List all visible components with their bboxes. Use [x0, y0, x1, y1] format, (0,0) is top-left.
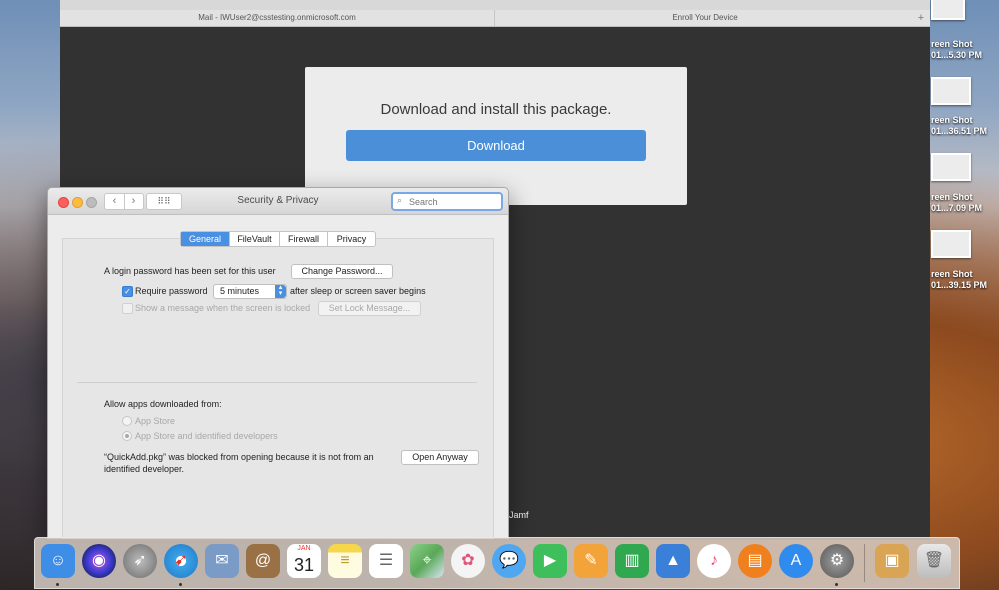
- finder-icon[interactable]: ☺: [41, 544, 75, 578]
- package-icon[interactable]: ▣: [875, 544, 909, 578]
- contacts-icon[interactable]: @: [246, 544, 280, 578]
- blocked-message-line2: identified developer.: [104, 464, 185, 474]
- search-input[interactable]: [409, 195, 497, 208]
- desktop-file-4[interactable]: reen Shot 01...39.15 PM: [931, 230, 999, 290]
- file-name-line2: 01...36.51 PM: [931, 126, 988, 136]
- pages-icon[interactable]: ✎: [574, 544, 608, 578]
- calendar-day: 31: [293, 555, 315, 575]
- security-privacy-window: ‹ › ⠿⠿ Security & Privacy ⌕ General File…: [47, 187, 509, 539]
- desktop-file-1[interactable]: reen Shot 01...5.30 PM: [931, 0, 999, 60]
- ibooks-icon[interactable]: ▤: [738, 544, 772, 578]
- show-message-label: Show a message when the screen is locked: [135, 303, 311, 313]
- require-password-delay-select[interactable]: 5 minutes ▴ ▾: [213, 284, 287, 299]
- search-icon: ⌕: [397, 195, 403, 205]
- safari-icon[interactable]: ➹: [164, 544, 198, 578]
- file-name-line2: 01...5.30 PM: [931, 50, 983, 60]
- app-store-icon[interactable]: A: [779, 544, 813, 578]
- tab-enroll-device[interactable]: Enroll Your Device: [495, 10, 915, 26]
- desktop-file-2[interactable]: reen Shot 01...36.51 PM: [931, 77, 999, 137]
- system-preferences-icon[interactable]: ⚙: [820, 544, 854, 578]
- search-field[interactable]: ⌕: [391, 192, 503, 211]
- download-card: Download and install this package. Downl…: [305, 67, 687, 205]
- require-password-label: Require password: [135, 286, 208, 296]
- radio-app-store-identified[interactable]: [122, 431, 132, 441]
- radio-app-store-identified-label: App Store and identified developers: [135, 431, 278, 441]
- notes-icon[interactable]: ≡: [328, 544, 362, 578]
- file-name-line1: reen Shot: [931, 115, 973, 125]
- calendar-month: JAN: [297, 545, 311, 552]
- messages-icon[interactable]: 💬: [492, 544, 526, 578]
- tab-privacy[interactable]: Privacy: [328, 232, 375, 246]
- screenshot-thumbnail-icon: [931, 0, 965, 20]
- change-password-button[interactable]: Change Password...: [291, 264, 393, 279]
- radio-app-store-label: App Store: [135, 416, 176, 426]
- footer-jamf-text: Jamf: [509, 510, 529, 520]
- tab-general[interactable]: General: [181, 232, 230, 246]
- select-value: 5 minutes: [220, 286, 260, 296]
- blocked-message-line1: “QuickAdd.pkg” was blocked from opening …: [104, 452, 374, 462]
- tab-firewall[interactable]: Firewall: [280, 232, 328, 246]
- download-message: Download and install this package.: [380, 101, 612, 118]
- allow-apps-label: Allow apps downloaded from:: [104, 399, 222, 409]
- screenshot-thumbnail-icon: [931, 77, 971, 105]
- tab-mail[interactable]: Mail - IWUser2@csstesting.onmicrosoft.co…: [60, 10, 495, 26]
- pane-tabs: General FileVault Firewall Privacy: [180, 231, 376, 247]
- dock-separator: [864, 544, 865, 582]
- section-divider: [77, 382, 477, 383]
- launchpad-icon[interactable]: ➶: [123, 544, 157, 578]
- browser-tab-bar: Mail - IWUser2@csstesting.onmicrosoft.co…: [60, 10, 930, 27]
- radio-app-store[interactable]: [122, 416, 132, 426]
- new-tab-button[interactable]: +: [914, 10, 928, 26]
- file-name-line1: reen Shot: [931, 192, 973, 202]
- require-password-checkbox[interactable]: ✓: [122, 286, 133, 297]
- photos-icon[interactable]: ✿: [451, 544, 485, 578]
- file-name-line1: reen Shot: [931, 269, 973, 279]
- running-indicator: [56, 583, 59, 586]
- facetime-icon[interactable]: ▶: [533, 544, 567, 578]
- numbers-icon[interactable]: ▥: [615, 544, 649, 578]
- file-name-line2: 01...39.15 PM: [931, 280, 988, 290]
- running-indicator: [179, 583, 182, 586]
- maps-icon[interactable]: ⌖: [410, 544, 444, 578]
- tab-filevault[interactable]: FileVault: [230, 232, 280, 246]
- login-password-text: A login password has been set for this u…: [104, 266, 276, 276]
- screenshot-thumbnail-icon: [931, 153, 971, 181]
- after-sleep-text: after sleep or screen saver begins: [290, 286, 426, 296]
- dock: ☺ ◉ ➶ ➹ ✉ @ JAN 31 ≡ ☰ ⌖ ✿ 💬 ▶ ✎ ▥ ▲ ♪ ▤…: [34, 537, 960, 589]
- file-name-line1: reen Shot: [931, 39, 973, 49]
- open-anyway-button[interactable]: Open Anyway: [401, 450, 479, 465]
- browser-toolbar: [60, 0, 930, 10]
- download-button[interactable]: Download: [346, 130, 646, 161]
- keynote-icon[interactable]: ▲: [656, 544, 690, 578]
- set-lock-message-button[interactable]: Set Lock Message...: [318, 301, 421, 316]
- reminders-icon[interactable]: ☰: [369, 544, 403, 578]
- desktop-file-3[interactable]: reen Shot 01...7.09 PM: [931, 153, 999, 213]
- screenshot-thumbnail-icon: [931, 230, 971, 258]
- chevron-up-down-icon: ▴ ▾: [275, 284, 286, 298]
- file-name-line2: 01...7.09 PM: [931, 203, 983, 213]
- running-indicator: [835, 583, 838, 586]
- mail-icon[interactable]: ✉: [205, 544, 239, 578]
- show-message-checkbox[interactable]: [122, 303, 133, 314]
- calendar-icon[interactable]: JAN 31: [287, 544, 321, 578]
- siri-icon[interactable]: ◉: [82, 544, 116, 578]
- trash-icon[interactable]: 🗑: [917, 544, 951, 578]
- itunes-icon[interactable]: ♪: [697, 544, 731, 578]
